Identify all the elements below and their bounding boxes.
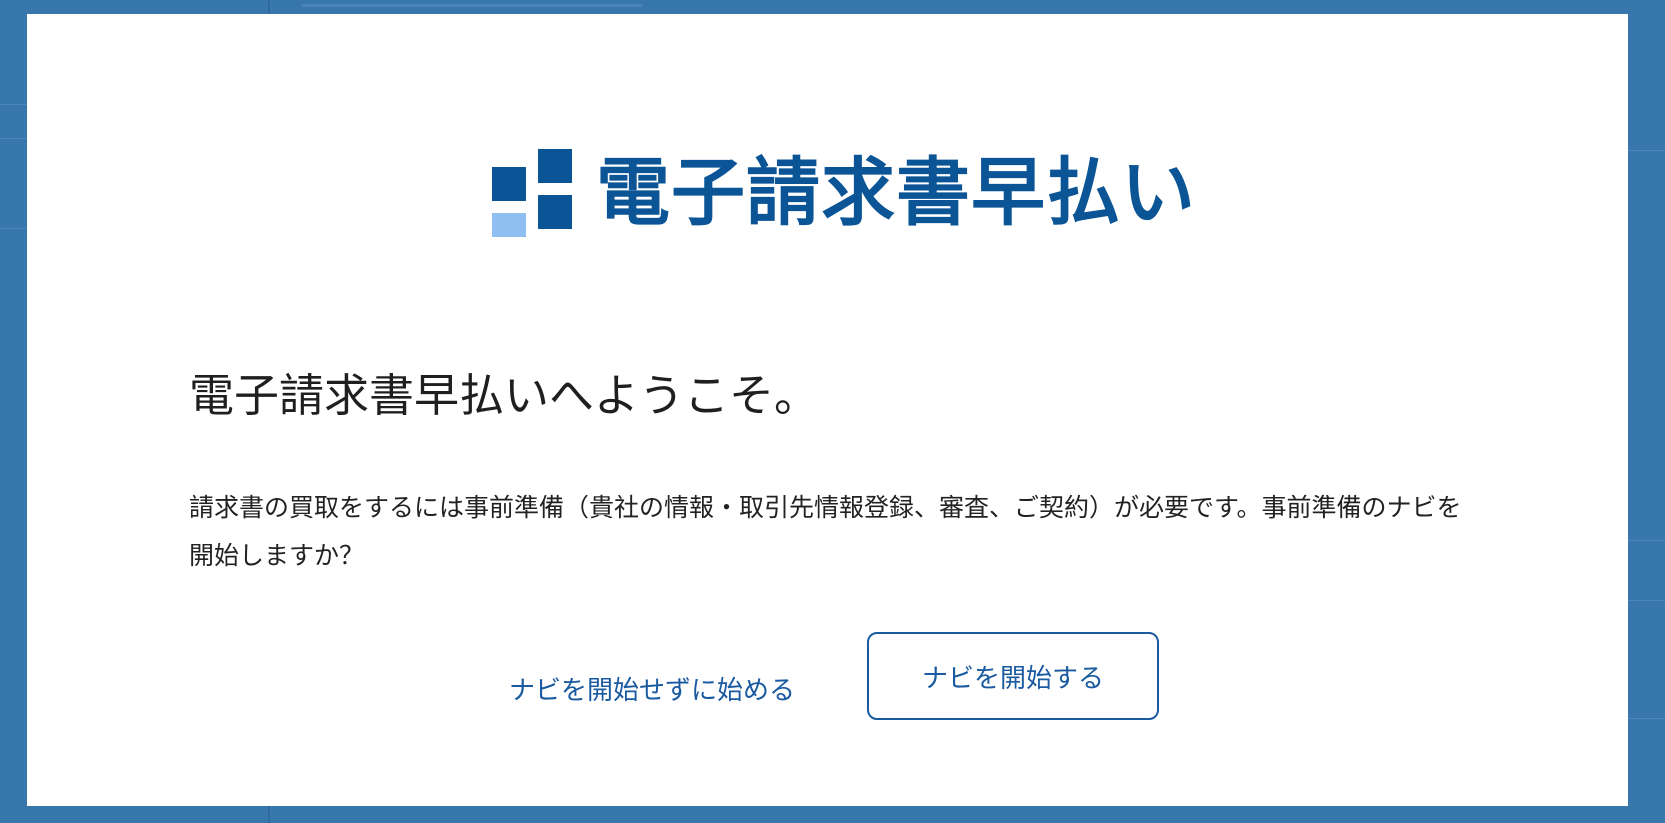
- skip-navi-button[interactable]: ナビを開始せずに始める: [477, 649, 827, 733]
- background-divider: [1627, 150, 1665, 151]
- dialog-body: 請求書の買取をするには事前準備（貴社の情報・取引先情報登録、審査、ご契約）が必要…: [189, 493, 1462, 570]
- logo-squares-icon: [492, 149, 572, 237]
- logo-square: [538, 195, 572, 229]
- logo-square: [492, 167, 526, 201]
- background-divider: [1627, 540, 1665, 541]
- welcome-dialog: 電子請求書早払い 電子請求書早払いへようこそ。 請求書の買取をするには事前準備（…: [27, 14, 1628, 806]
- background-divider: [1627, 718, 1665, 719]
- background-divider: [1627, 600, 1665, 601]
- brand-logo: 電子請求書早払い: [492, 148, 1196, 238]
- logo-square-light: [492, 213, 526, 237]
- start-navi-button[interactable]: ナビを開始する: [867, 632, 1159, 720]
- logo-text: 電子請求書早払い: [596, 150, 1196, 236]
- dialog-title: 電子請求書早払いへようこそ。: [189, 369, 820, 422]
- logo-square: [538, 149, 572, 183]
